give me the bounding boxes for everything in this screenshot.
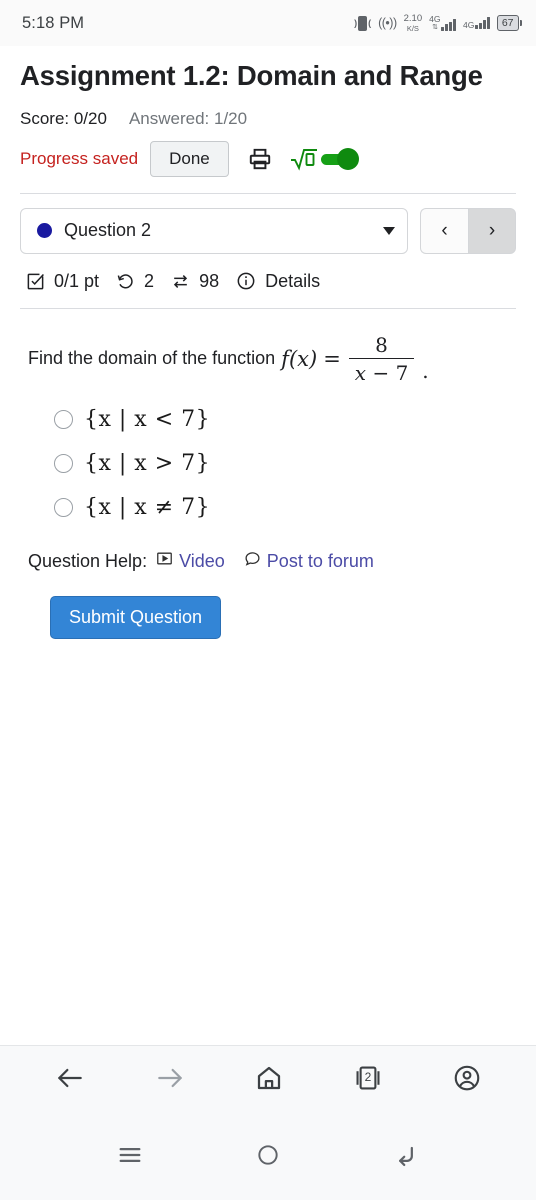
math-view-toggle[interactable] [289, 146, 359, 172]
math-toggle-switch[interactable] [320, 147, 359, 170]
android-back-button[interactable] [392, 1141, 420, 1169]
progress-saved-status: Progress saved [20, 148, 139, 168]
status-icon-group: ) ( ((•)) 2.10 K/S 4G ⇅ 4G 67 [354, 14, 522, 32]
browser-back-button[interactable] [54, 1062, 86, 1094]
answer-option-3-label: {x | x ≠ 7} [84, 495, 211, 521]
battery-icon: 67 [496, 15, 522, 31]
android-home-button[interactable] [255, 1142, 281, 1168]
question-dropdown[interactable]: Question 2 [20, 207, 408, 254]
hotspot-icon: ((•)) [378, 16, 397, 30]
page-title: Assignment 1.2: Domain and Range [20, 60, 483, 91]
network-speed-value: 2.10 [403, 13, 423, 24]
video-help-label: Video [179, 550, 225, 571]
prev-question-button[interactable]: ‹ [420, 207, 468, 254]
sim1-data-arrows: ⇅ [432, 23, 438, 31]
points-label: 0/1 pt [54, 270, 100, 291]
fraction-numerator: 8 [375, 332, 388, 357]
question-prompt-text: Find the domain of the function [28, 348, 276, 369]
versions-count: 98 [199, 270, 220, 291]
answer-option-2-label: {x | x > 7} [84, 451, 211, 477]
sentence-period: . [422, 359, 429, 384]
score-label: Score: 0/20 [20, 108, 107, 128]
done-button[interactable]: Done [150, 140, 229, 177]
question-help-row: Question Help: Video Post to forum [20, 550, 516, 572]
vibrate-icon: ) ( [354, 15, 371, 31]
question-prompt: Find the domain of the function f(x) = 8… [20, 333, 516, 386]
status-bar: 5:18 PM ) ( ((•)) 2.10 K/S 4G ⇅ 4G 67 [0, 0, 536, 46]
divider-top [20, 192, 516, 194]
denominator-variable: x [354, 361, 367, 386]
android-recents-button[interactable] [116, 1141, 144, 1169]
speech-bubble-icon [244, 550, 261, 572]
radio-button-2[interactable] [54, 454, 73, 474]
chevron-down-icon [383, 226, 395, 235]
next-question-button[interactable]: › [468, 207, 516, 254]
browser-profile-button[interactable] [452, 1063, 482, 1093]
question-dropdown-label: Question 2 [64, 220, 152, 241]
browser-home-button[interactable] [254, 1063, 284, 1093]
points-checkbox-icon [26, 272, 45, 291]
progress-row: Progress saved Done [20, 140, 516, 177]
details-label[interactable]: Details [265, 271, 320, 292]
video-help-link[interactable]: Video [156, 550, 225, 572]
android-navigation-bar [0, 1110, 536, 1200]
fraction-denominator: x − 7 [349, 359, 415, 385]
fraction: 8 x − 7 [348, 332, 415, 385]
sim2-network-label: 4G [462, 19, 475, 30]
battery-percent: 67 [496, 15, 519, 31]
answer-option-2[interactable]: {x | x > 7} [54, 451, 516, 476]
answer-options: {x | x < 7} {x | x > 7} {x | x ≠ 7} [20, 407, 516, 520]
denominator-number: 7 [395, 361, 409, 386]
radio-button-3[interactable] [54, 498, 73, 518]
score-row: Score: 0/20 Answered: 1/20 [20, 109, 516, 129]
radio-button-1[interactable] [54, 410, 73, 430]
submit-question-button[interactable]: Submit Question [50, 596, 222, 640]
attempts-retry-icon [116, 272, 135, 291]
question-selector-row: Question 2 ‹ › [20, 207, 516, 254]
browser-toolbar: 2 [0, 1045, 536, 1110]
network-speed-unit: K/S [406, 23, 419, 33]
forum-help-link[interactable]: Post to forum [244, 550, 374, 572]
attempts-count: 2 [144, 270, 155, 291]
sqrt-icon [289, 146, 319, 172]
equals-sign: = [323, 346, 341, 371]
signal-sim1-icon: 4G ⇅ [429, 15, 456, 31]
divider-stats [20, 307, 516, 309]
status-time: 5:18 PM [22, 13, 85, 32]
answer-option-3[interactable]: {x | x ≠ 7} [54, 495, 516, 520]
signal-sim2-icon: 4G [463, 17, 490, 29]
video-play-icon [156, 550, 173, 572]
answer-option-1[interactable]: {x | x < 7} [54, 407, 516, 432]
sim1-network-label: 4G [429, 14, 441, 25]
network-speed-indicator: 2.10 K/S [404, 14, 423, 32]
browser-tabs-count: 2 [364, 1070, 372, 1084]
printer-icon[interactable] [247, 146, 273, 172]
versions-swap-icon [171, 272, 190, 291]
question-stats-row: 0/1 pt 2 98 Details [20, 271, 516, 292]
denominator-operator: − [372, 361, 390, 386]
forum-help-label: Post to forum [266, 550, 374, 571]
browser-tabs-button[interactable]: 2 [352, 1063, 384, 1093]
question-help-label: Question Help: [28, 550, 148, 571]
page-content: Assignment 1.2: Domain and Range Score: … [0, 58, 536, 640]
browser-forward-button[interactable] [154, 1062, 186, 1094]
question-status-dot [37, 223, 52, 239]
info-icon[interactable] [236, 271, 256, 291]
answered-label: Answered: 1/20 [128, 108, 248, 128]
question-nav-group: ‹ › [420, 207, 516, 254]
function-notation: f(x) [281, 346, 318, 371]
answer-option-1-label: {x | x < 7} [84, 407, 211, 433]
